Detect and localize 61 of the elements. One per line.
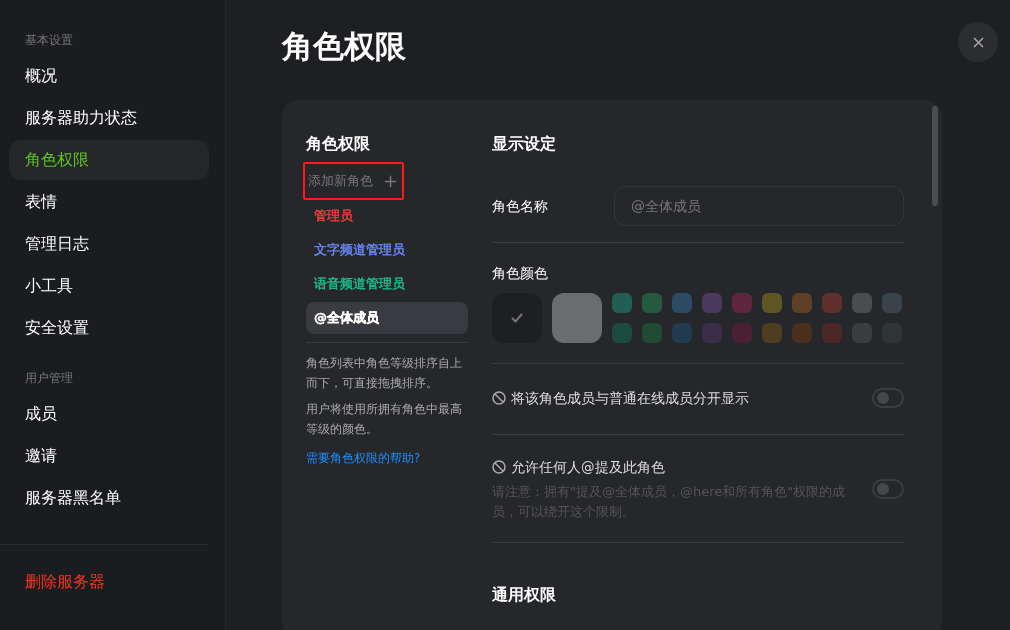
color-swatch[interactable] <box>792 323 812 343</box>
color-swatch[interactable] <box>882 293 902 313</box>
color-swatch[interactable] <box>672 323 692 343</box>
role-name: 文字频道管理员 <box>314 242 405 257</box>
ban-icon <box>492 391 506 406</box>
check-icon <box>511 313 523 323</box>
role-name: 管理员 <box>314 208 353 223</box>
toggle-switch[interactable] <box>872 388 904 409</box>
sidebar-heading: 用户管理 <box>24 370 74 387</box>
color-swatch[interactable] <box>492 293 542 343</box>
sidebar-item[interactable]: 角色权限 <box>9 140 209 180</box>
color-swatch[interactable] <box>822 323 842 343</box>
color-swatch[interactable] <box>732 323 752 343</box>
color-swatch[interactable] <box>762 293 782 313</box>
color-swatch[interactable] <box>612 323 632 343</box>
sidebar-item[interactable]: 邀请 <box>9 436 209 476</box>
scrollbar[interactable] <box>932 106 938 206</box>
role-name-field[interactable]: @全体成员 <box>614 186 904 226</box>
color-swatch[interactable] <box>642 323 662 343</box>
color-swatch[interactable] <box>702 323 722 343</box>
color-swatch[interactable] <box>702 293 722 313</box>
delete-server-item[interactable]: 删除服务器 <box>9 562 209 602</box>
help-note: 用户将使用所拥有角色中最高等级的颜色。 <box>306 401 463 438</box>
role-item[interactable]: 文字频道管理员 <box>306 234 468 266</box>
sidebar-heading: 基本设置 <box>24 32 74 49</box>
sidebar-item[interactable]: 安全设置 <box>9 308 209 348</box>
page-title: 角色权限 <box>282 27 406 66</box>
sidebar-item[interactable]: 服务器黑名单 <box>9 478 209 518</box>
toggle-label: 将该角色成员与普通在线成员分开显示 <box>511 389 749 408</box>
field-label: 角色颜色 <box>492 264 549 283</box>
role-item[interactable]: 管理员 <box>306 200 468 232</box>
color-swatch[interactable] <box>822 293 842 313</box>
role-item[interactable]: @全体成员 <box>306 302 468 334</box>
field-label: 角色名称 <box>492 196 549 216</box>
section-heading: 角色权限 <box>306 133 371 155</box>
sidebar-item[interactable]: 表情 <box>9 182 209 222</box>
role-name: 语音频道管理员 <box>314 276 405 291</box>
help-note: 角色列表中角色等级排序自上而下，可直接拖拽排序。 <box>306 355 463 392</box>
color-swatch[interactable] <box>672 293 692 313</box>
sidebar-item[interactable]: 管理日志 <box>9 224 209 264</box>
role-name: @全体成员 <box>314 310 379 325</box>
sidebar-item[interactable]: 服务器助力状态 <box>9 98 209 138</box>
close-icon <box>972 36 984 48</box>
color-swatch[interactable] <box>762 323 782 343</box>
close-button[interactable] <box>958 22 998 62</box>
ban-icon <box>492 460 506 475</box>
toggle-switch[interactable] <box>872 479 904 500</box>
sidebar-item[interactable]: 小工具 <box>9 266 209 306</box>
section-heading: 通用权限 <box>492 583 557 606</box>
role-item[interactable]: 语音频道管理员 <box>306 268 468 300</box>
color-swatch[interactable] <box>852 293 872 313</box>
sidebar-item[interactable]: 成员 <box>9 394 209 434</box>
section-heading: 显示设定 <box>492 133 557 155</box>
color-swatch[interactable] <box>732 293 752 313</box>
color-swatch[interactable] <box>792 293 812 313</box>
sidebar-item[interactable]: 概况 <box>9 56 209 96</box>
color-swatch[interactable] <box>612 293 632 313</box>
color-swatch[interactable] <box>642 293 662 313</box>
help-link[interactable]: 需要角色权限的帮助? <box>306 451 421 465</box>
color-swatch[interactable] <box>552 293 602 343</box>
toggle-label: 允许任何人@提及此角色 <box>511 458 665 478</box>
